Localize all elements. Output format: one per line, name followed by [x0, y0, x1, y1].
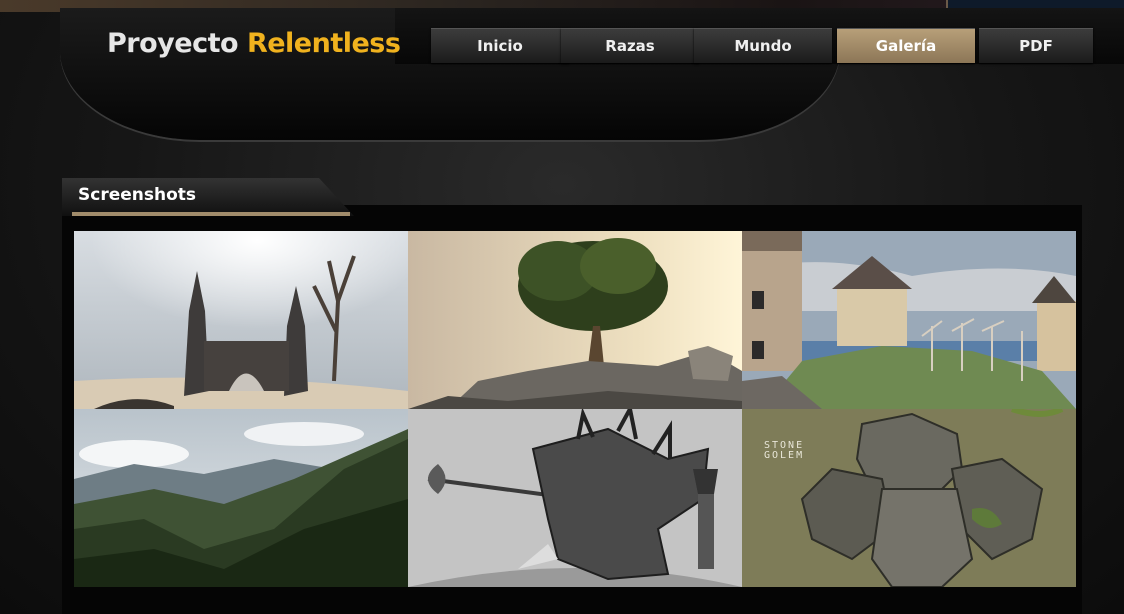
gallery-image-tree[interactable] [408, 231, 742, 409]
gallery-image-village[interactable] [742, 231, 1076, 409]
gallery-image-rhino-warrior[interactable] [408, 409, 742, 587]
nav-galeria[interactable]: Galería [837, 28, 975, 63]
gallery-image-stone-golem[interactable]: STONE GOLEM [742, 409, 1076, 587]
site-logo[interactable]: Proyecto Relentless [107, 28, 401, 59]
logo-word-relentless: Relentless [246, 28, 401, 59]
gallery-image-valley[interactable] [74, 409, 408, 587]
nav-inicio[interactable]: Inicio [431, 28, 569, 63]
section-title: Screenshots [78, 185, 197, 205]
gallery-image-castle[interactable] [74, 231, 408, 409]
nav-pdf[interactable]: PDF [979, 28, 1093, 63]
nav-razas[interactable]: Razas [561, 28, 699, 63]
golem-caption: STONE GOLEM [764, 440, 805, 461]
section-underline [72, 212, 350, 216]
nav-mundo[interactable]: Mundo [694, 28, 832, 63]
logo-word-proyecto: Proyecto [107, 28, 239, 59]
